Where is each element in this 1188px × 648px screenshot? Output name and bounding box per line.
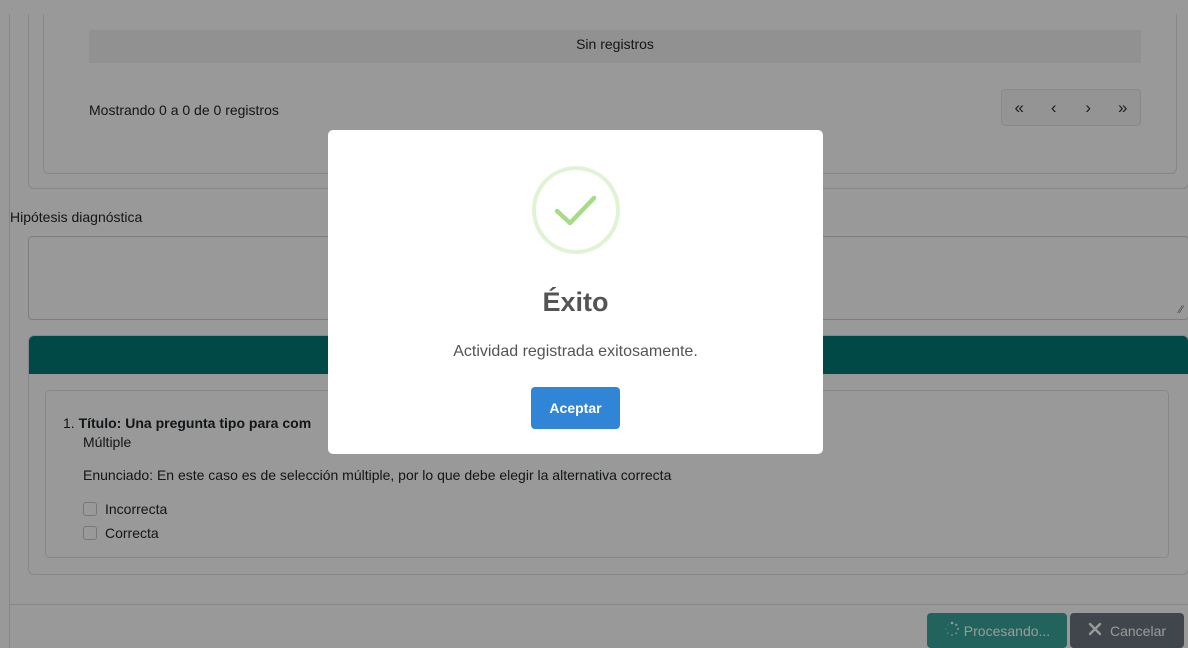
dialog-message: Actividad registrada exitosamente. xyxy=(453,343,698,360)
success-dialog: Éxito Actividad registrada exitosamente.… xyxy=(328,130,823,454)
success-check-icon xyxy=(532,166,620,254)
dialog-title: Éxito xyxy=(542,287,609,317)
confirm-button[interactable]: Aceptar xyxy=(531,387,620,429)
